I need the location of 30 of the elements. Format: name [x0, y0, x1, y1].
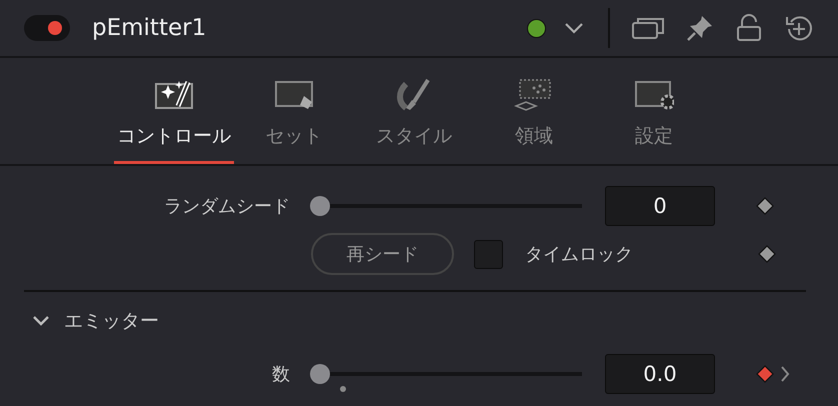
value-field[interactable]: 0.0 [605, 354, 715, 394]
tab[interactable]: スタイル [354, 58, 474, 164]
node-name: pEmitter1 [92, 15, 206, 41]
unlock-icon[interactable] [736, 14, 762, 42]
tag-icon [274, 78, 314, 112]
checkbox[interactable] [474, 240, 503, 268]
slider-label: ランダムシード [163, 195, 290, 218]
chevron-down-icon[interactable] [564, 22, 584, 34]
particles-icon [514, 78, 554, 112]
magic-wand-icon [154, 78, 194, 112]
tab[interactable]: コントロール [114, 58, 234, 164]
slider-thumb[interactable] [310, 364, 330, 384]
default-marker [340, 386, 346, 392]
tab[interactable]: 設定 [594, 58, 714, 164]
keyframe-diamond-icon[interactable] [756, 197, 774, 215]
chevron-right-icon[interactable] [780, 365, 790, 383]
checkbox-label: タイムロック [525, 243, 633, 266]
slider-thumb[interactable] [310, 196, 330, 216]
section-title[interactable]: エミッター [64, 308, 159, 334]
windows-icon[interactable] [632, 17, 664, 39]
tab[interactable]: セット [234, 58, 354, 164]
pin-icon[interactable] [686, 14, 714, 42]
keyframe-diamond-icon[interactable] [756, 365, 774, 383]
color-dot[interactable] [527, 18, 546, 38]
reseed-button[interactable]: 再シード [311, 233, 454, 275]
keyframe-diamond-icon[interactable] [758, 245, 776, 263]
enable-toggle[interactable] [24, 15, 70, 41]
slider-label: 数 [271, 363, 290, 386]
tab[interactable]: 領域 [474, 58, 594, 164]
value-field[interactable]: 0 [605, 186, 715, 226]
